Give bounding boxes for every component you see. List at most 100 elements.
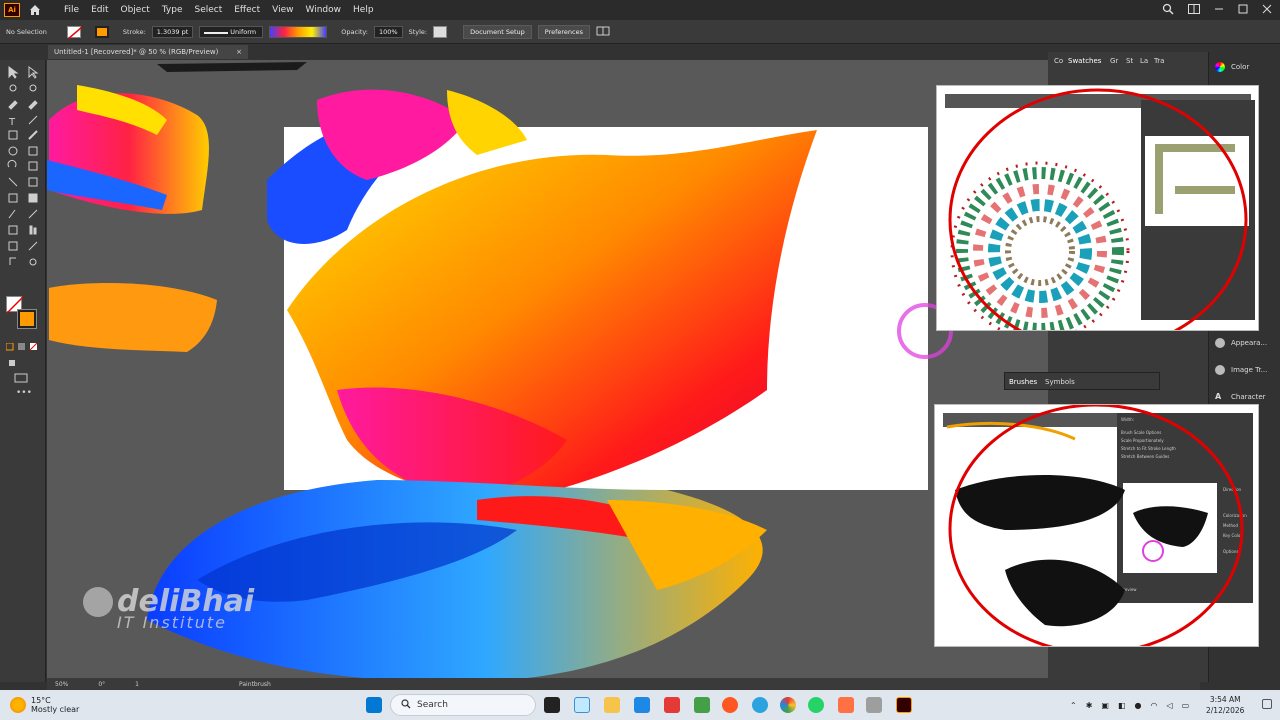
widgets-icon[interactable]	[574, 697, 590, 713]
tab-transform[interactable]: Tra	[1154, 57, 1164, 65]
document-tab[interactable]: Untitled-1 [Recovered]* @ 50 % (RGB/Prev…	[48, 45, 248, 59]
document-title: Untitled-1 [Recovered]* @ 50 % (RGB/Prev…	[54, 48, 219, 56]
document-close-icon[interactable]: ×	[236, 48, 242, 56]
weather-temperature: 15°C	[31, 696, 51, 705]
style-swatch[interactable]	[433, 25, 448, 38]
selection-status: No Selection	[6, 27, 47, 36]
menu-view[interactable]: View	[266, 5, 299, 15]
menu-type[interactable]: Type	[156, 5, 189, 15]
microphone-icon[interactable]: ●	[1135, 701, 1142, 710]
close-icon[interactable]	[1262, 4, 1272, 17]
clock-date: 2/12/2026	[1206, 706, 1245, 715]
start-icon[interactable]	[366, 697, 382, 713]
arrange-documents-icon[interactable]	[596, 26, 610, 38]
volume-icon[interactable]: ◁	[1167, 701, 1173, 710]
chevron-up-icon[interactable]: ⌃	[1070, 701, 1077, 710]
menu-help[interactable]: Help	[347, 5, 380, 15]
menu-window[interactable]: Window	[300, 5, 348, 15]
tray-app-icon[interactable]: ▣	[1101, 701, 1109, 710]
illustrator-taskbar-icon[interactable]	[896, 697, 912, 713]
panel-character[interactable]: A Character	[1215, 392, 1266, 402]
brush-definition-dropdown[interactable]	[269, 25, 328, 38]
minimize-icon[interactable]	[1214, 4, 1224, 17]
opacity-label[interactable]: Opacity:	[341, 28, 368, 36]
fill-swatch[interactable]	[66, 25, 82, 39]
panel-image-trace[interactable]: Image Tr...	[1215, 365, 1267, 375]
app-icon-4[interactable]	[866, 697, 882, 713]
panel-color[interactable]: Color	[1215, 62, 1249, 72]
clock-time: 3:54 AM	[1209, 695, 1241, 704]
tab-brushes[interactable]: Brushes	[1009, 378, 1037, 386]
tab-swatches[interactable]: Swatches	[1068, 57, 1101, 65]
more-tools-icon[interactable]: •••	[16, 388, 32, 398]
panel-image-trace-label: Image Tr...	[1231, 366, 1268, 374]
tab-color[interactable]: Co	[1054, 57, 1063, 65]
document-setup-button[interactable]: Document Setup	[463, 24, 532, 39]
stroke-label: Stroke:	[122, 27, 146, 36]
menu-object[interactable]: Object	[115, 5, 156, 15]
tab-symbols[interactable]: Symbols	[1045, 378, 1075, 386]
control-bar: No Selection Stroke: 1.3039 pt Uniform O…	[0, 20, 1280, 44]
menu-file[interactable]: File	[58, 5, 85, 15]
color-panel-icon	[1215, 62, 1225, 72]
menu-bar: Ai File Edit Object Type Select Effect V…	[0, 0, 1280, 20]
clock[interactable]: 3:54 AM 2/12/2026	[1206, 694, 1244, 716]
tray-app-icon-2[interactable]: ◧	[1118, 701, 1126, 710]
whatsapp-icon[interactable]	[808, 697, 824, 713]
taskbar-search-text: Search	[417, 700, 448, 710]
menu-edit[interactable]: Edit	[85, 5, 114, 15]
app-icon-2[interactable]	[694, 697, 710, 713]
app-icon-3[interactable]	[838, 697, 854, 713]
watermark-subtitle: IT Institute	[117, 613, 228, 632]
tab-layers[interactable]: La	[1140, 57, 1148, 65]
color-mode-icons[interactable]	[5, 336, 40, 351]
notification-icon[interactable]	[1262, 699, 1272, 709]
panel-character-label: Character	[1231, 393, 1266, 401]
telegram-icon[interactable]	[752, 697, 768, 713]
opacity-field[interactable]: 100%	[373, 25, 403, 38]
stroke-weight-field[interactable]: 1.3039 pt	[151, 25, 194, 38]
task-view-icon[interactable]	[544, 697, 560, 713]
windows-taskbar: 15°C Mostly clear Search ⌃ ✱ ▣ ◧ ● ◠ ◁ ▭…	[0, 690, 1280, 720]
preferences-button[interactable]: Preferences	[537, 24, 591, 39]
watermark-logo-icon	[83, 586, 113, 617]
wifi-icon[interactable]: ◠	[1151, 701, 1158, 710]
tab-gradient[interactable]: Gr	[1110, 57, 1118, 65]
stroke-color-icon[interactable]	[17, 309, 37, 329]
stroke-swatch[interactable]	[94, 25, 109, 38]
taskbar-search[interactable]: Search	[390, 694, 536, 716]
draw-mode-icon[interactable]	[8, 352, 22, 366]
maximize-icon[interactable]	[1238, 4, 1248, 17]
chrome-icon[interactable]	[722, 697, 738, 713]
weather-widget[interactable]: 15°C Mostly clear	[0, 696, 360, 714]
arrange-icon[interactable]	[1188, 3, 1200, 17]
weather-sun-icon	[10, 697, 26, 713]
panel-appearance[interactable]: Appeara...	[1215, 338, 1267, 348]
artboard-number[interactable]: 1	[135, 681, 139, 688]
menu-effect[interactable]: Effect	[228, 5, 266, 15]
bluetooth-icon[interactable]: ✱	[1086, 701, 1093, 710]
weather-condition: Mostly clear	[31, 705, 80, 714]
zoom-level[interactable]: 50%	[55, 681, 68, 688]
panel-appearance-label: Appeara...	[1231, 339, 1268, 347]
highlight-circle-top	[948, 88, 1248, 330]
rotation-value[interactable]: 0°	[98, 681, 105, 688]
style-label: Style:	[408, 27, 428, 36]
battery-icon[interactable]: ▭	[1182, 701, 1190, 710]
browser-icon[interactable]	[780, 697, 796, 713]
menu-select[interactable]: Select	[188, 5, 228, 15]
taskbar-search-icon	[401, 698, 411, 712]
store-icon[interactable]	[634, 697, 650, 713]
inset-art-brush-options: Width: Brush Scale Options Scale Proport…	[934, 404, 1259, 647]
tab-stroke[interactable]: St	[1126, 57, 1133, 65]
stroke-profile-line	[204, 31, 229, 34]
home-icon[interactable]	[26, 1, 44, 19]
search-icon[interactable]	[1162, 3, 1174, 18]
file-explorer-icon[interactable]	[604, 697, 620, 713]
app-icon-1[interactable]	[664, 697, 680, 713]
stroke-profile-dropdown[interactable]: Uniform	[199, 25, 264, 38]
system-tray: ⌃ ✱ ▣ ◧ ● ◠ ◁ ▭	[1070, 690, 1189, 720]
stroke-profile-label: Uniform	[230, 27, 257, 36]
screen-mode-icon[interactable]	[14, 368, 30, 383]
appearance-icon	[1215, 338, 1225, 348]
